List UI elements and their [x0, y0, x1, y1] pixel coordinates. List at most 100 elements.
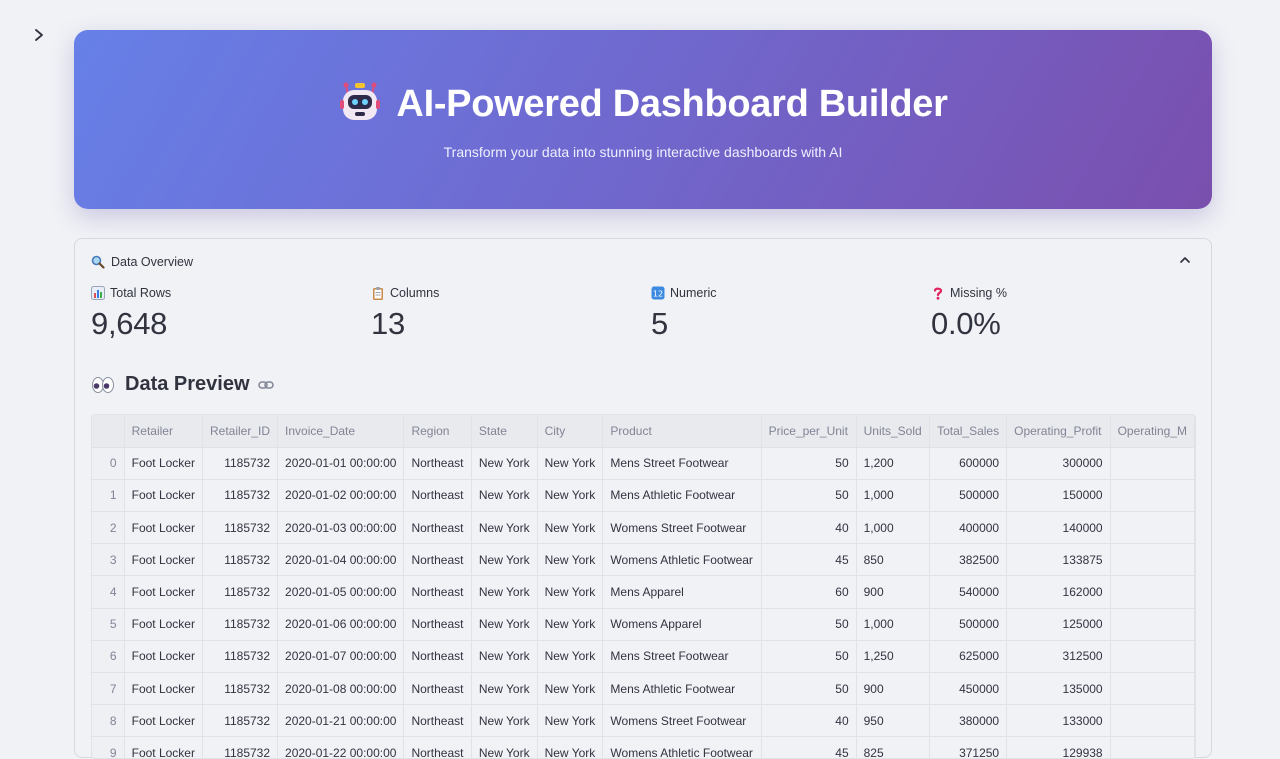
table-cell: 950	[856, 704, 931, 738]
column-header[interactable]: Operating_M	[1110, 415, 1195, 448]
svg-text:12: 12	[653, 290, 663, 299]
chevron-up-icon[interactable]	[1179, 254, 1191, 268]
metric-value: 9,648	[91, 306, 168, 341]
table-cell: 850	[856, 543, 931, 577]
table-cell: 2020-01-06 00:00:00	[277, 608, 405, 641]
table-row[interactable]: 0 Foot Locker 1185732 2020-01-01 00:00:00 No…	[92, 447, 1195, 480]
column-header[interactable]: Retailer_ID	[202, 415, 279, 448]
column-header[interactable]: Invoice_Date	[277, 415, 405, 448]
column-header[interactable]: Price_per_Unit	[761, 415, 857, 448]
metric-value: 5	[651, 306, 668, 341]
column-header[interactable]: Retailer	[124, 415, 203, 448]
table-row[interactable]: 9 Foot Locker 1185732 2020-01-22 00:00:00 No…	[92, 736, 1195, 758]
metric-columns: Columns 13	[371, 286, 641, 342]
table-cell: New York	[537, 640, 604, 674]
table-row[interactable]: 2 Foot Locker 1185732 2020-01-03 00:00:00 No…	[92, 511, 1195, 545]
sidebar-expand-button[interactable]	[28, 26, 50, 48]
table-cell: 1,200	[856, 447, 931, 480]
table-cell: 1185732	[202, 640, 279, 674]
table-cell: Womens Apparel	[602, 608, 762, 641]
row-index: 7	[92, 672, 125, 706]
metric-label: Total Rows	[110, 286, 172, 300]
row-index: 4	[92, 575, 125, 609]
table-cell: Northeast	[403, 543, 472, 577]
row-index: 6	[92, 640, 125, 674]
table-cell: New York	[537, 672, 604, 706]
table-cell: Foot Locker	[124, 511, 203, 545]
table-cell: 1185732	[202, 543, 279, 577]
metric-numeric: 12 Numeric 5	[651, 286, 921, 342]
table-row[interactable]: 5 Foot Locker 1185732 2020-01-06 00:00:00 No…	[92, 608, 1195, 641]
table-cell: 380000	[929, 704, 1008, 738]
column-header[interactable]: City	[537, 415, 604, 448]
table-cell: 50	[761, 447, 857, 480]
table-cell: 1185732	[202, 608, 279, 641]
table-cell: Mens Street Footwear	[602, 640, 762, 674]
column-header[interactable]: Region	[403, 415, 472, 448]
table-cell: New York	[471, 704, 538, 738]
table-row[interactable]: 4 Foot Locker 1185732 2020-01-05 00:00:00 No…	[92, 575, 1195, 609]
column-header[interactable]: State	[471, 415, 538, 448]
row-index: 3	[92, 543, 125, 577]
table-cell: New York	[537, 704, 604, 738]
column-header[interactable]: Product	[602, 415, 762, 448]
table-row[interactable]: 3 Foot Locker 1185732 2020-01-04 00:00:00 No…	[92, 543, 1195, 577]
table-cell: 1185732	[202, 479, 279, 513]
table-cell: 2020-01-04 00:00:00	[277, 543, 405, 577]
table-cell: 900	[856, 575, 931, 609]
table-cell: 1185732	[202, 736, 279, 758]
table-cell: New York	[471, 736, 538, 758]
section-heading: Data Preview	[91, 373, 274, 396]
table-cell: 1,250	[856, 640, 931, 674]
table-cell	[1110, 640, 1195, 674]
table-row[interactable]: 7 Foot Locker 1185732 2020-01-08 00:00:00 No…	[92, 672, 1195, 706]
column-header[interactable]: Operating_Profit	[1006, 415, 1111, 448]
table-cell: Northeast	[403, 575, 472, 609]
table-cell: 2020-01-02 00:00:00	[277, 479, 405, 513]
row-index: 9	[92, 736, 125, 758]
table-cell: 60	[761, 575, 857, 609]
table-cell	[1110, 736, 1195, 758]
table-row[interactable]: 1 Foot Locker 1185732 2020-01-02 00:00:00 No…	[92, 479, 1195, 513]
table-cell: 125000	[1006, 608, 1111, 641]
table-cell: 1,000	[856, 511, 931, 545]
table-cell: 1185732	[202, 447, 279, 480]
table-row[interactable]: 6 Foot Locker 1185732 2020-01-07 00:00:00 No…	[92, 640, 1195, 674]
metric-value: 0.0%	[931, 306, 1001, 341]
magnifier-icon	[91, 255, 105, 269]
table-cell	[1110, 608, 1195, 641]
table-cell: 1185732	[202, 672, 279, 706]
table-cell: Foot Locker	[124, 672, 203, 706]
table-cell: Womens Athletic Footwear	[602, 543, 762, 577]
table-cell: 2020-01-03 00:00:00	[277, 511, 405, 545]
data-preview-table[interactable]: Retailer Retailer_ID Invoice_Date Region Sta…	[91, 414, 1196, 759]
table-cell: New York	[471, 672, 538, 706]
table-cell: 371250	[929, 736, 1008, 758]
table-cell: 133000	[1006, 704, 1111, 738]
expander-header[interactable]: Data Overview	[91, 253, 1197, 271]
page-title: AI-Powered Dashboard Builder	[396, 83, 948, 125]
table-cell: 400000	[929, 511, 1008, 545]
table-cell: New York	[537, 447, 604, 480]
index-header[interactable]	[92, 415, 125, 448]
table-cell: 2020-01-05 00:00:00	[277, 575, 405, 609]
table-cell: 133875	[1006, 543, 1111, 577]
table-cell: 140000	[1006, 511, 1111, 545]
expander-title: Data Overview	[111, 255, 193, 269]
table-cell: New York	[537, 511, 604, 545]
table-cell: Northeast	[403, 736, 472, 758]
table-row[interactable]: 8 Foot Locker 1185732 2020-01-21 00:00:00 No…	[92, 704, 1195, 738]
link-icon[interactable]	[257, 379, 274, 391]
table-cell: 45	[761, 543, 857, 577]
column-header[interactable]: Units_Sold	[856, 415, 931, 448]
column-header[interactable]: Total_Sales	[929, 415, 1008, 448]
table-cell: Foot Locker	[124, 479, 203, 513]
table-cell: 150000	[1006, 479, 1111, 513]
table-cell: 540000	[929, 575, 1008, 609]
table-cell: 129938	[1006, 736, 1111, 758]
table-cell	[1110, 479, 1195, 513]
data-overview-expander: Data Overview Total Rows 9,648 Columns 1…	[74, 238, 1212, 759]
row-index: 2	[92, 511, 125, 545]
bar-chart-icon	[91, 286, 105, 300]
table-cell	[1110, 447, 1195, 480]
